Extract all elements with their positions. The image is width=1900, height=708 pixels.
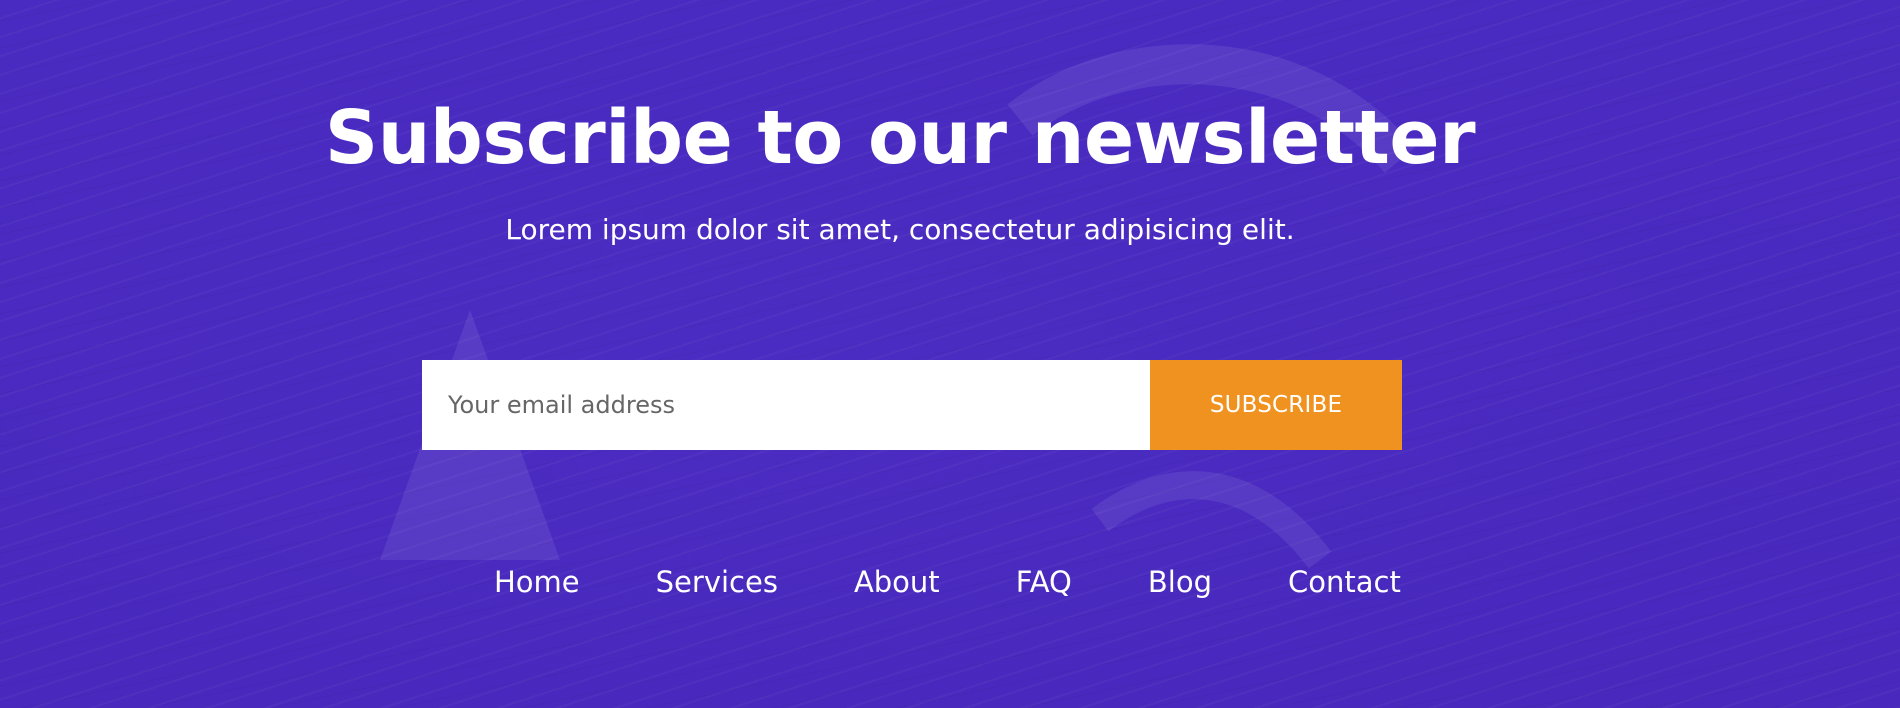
- subscribe-form: SUBSCRIBE: [422, 360, 1402, 450]
- nav-link-blog[interactable]: Blog: [1148, 558, 1212, 606]
- nav-link-faq[interactable]: FAQ: [1016, 558, 1072, 606]
- nav-link-contact[interactable]: Contact: [1288, 558, 1401, 606]
- newsletter-title-text: Subscribe to our newsletter: [324, 95, 1476, 181]
- newsletter-subtitle: Lorem ipsum dolor sit amet, consectetur …: [0, 210, 1900, 250]
- nav-link-home[interactable]: Home: [494, 558, 580, 606]
- footer-nav: Home Services About FAQ Blog Contact: [494, 558, 1401, 606]
- newsletter-section: Subscribe to our newsletter Lorem ipsum …: [0, 0, 1900, 708]
- newsletter-subtitle-text: Lorem ipsum dolor sit amet, consectetur …: [505, 213, 1295, 246]
- subscribe-button[interactable]: SUBSCRIBE: [1150, 360, 1402, 450]
- nav-link-about[interactable]: About: [854, 558, 940, 606]
- newsletter-title: Subscribe to our newsletter: [0, 95, 1900, 181]
- nav-link-services[interactable]: Services: [656, 558, 778, 606]
- email-input[interactable]: [422, 360, 1150, 450]
